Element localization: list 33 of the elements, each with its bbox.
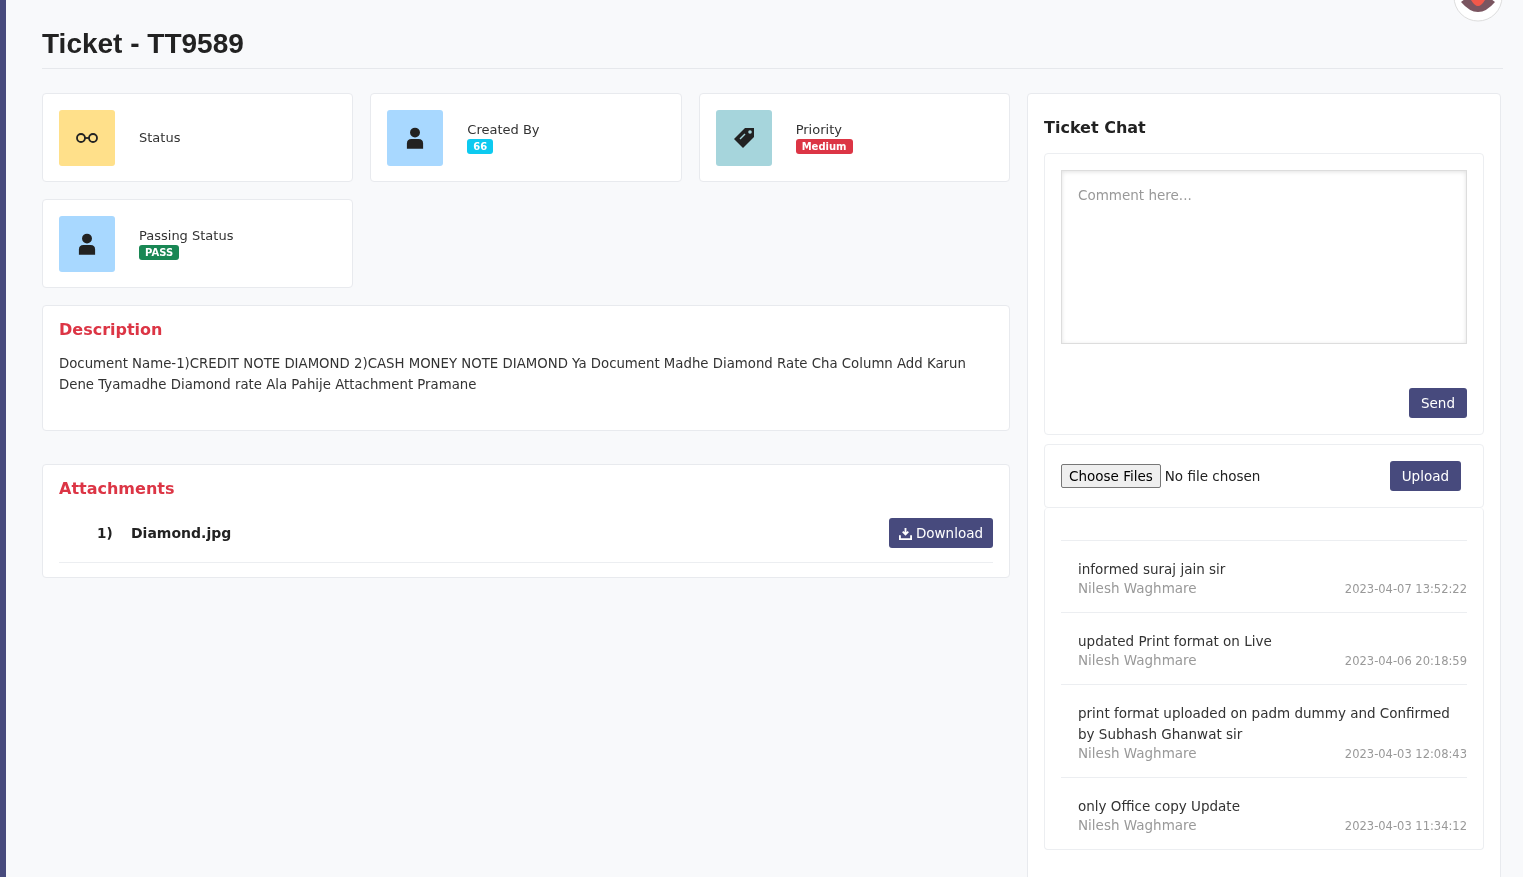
choose-files-button[interactable]: Choose Files [1061, 464, 1161, 488]
comment-field[interactable]: Comment here... [1061, 170, 1467, 344]
comment-text: informed suraj jain sir [1078, 560, 1227, 579]
download-button[interactable]: Download [888, 518, 993, 548]
comment-text: updated Print format on Live [1078, 632, 1273, 651]
comment-author: Nilesh Waghmare [1078, 580, 1197, 596]
comment-author: Nilesh Waghmare [1078, 652, 1197, 668]
comment-author: Nilesh Waghmare [1078, 745, 1197, 761]
comment-time: 2023-04-07 13:52:22 [1344, 582, 1467, 596]
description-text: Document Name-1)CREDIT NOTE DIAMOND 2)CASH MONEY NOTE DIAMOND Ya Document Madhe Diamond Rate Cha Column Add Karun Dene Tyamadhe Diamond rate Ala Pahije Attachment Pramane [59, 355, 967, 394]
card-label: Status [139, 130, 181, 145]
badge: Medium [795, 138, 853, 154]
file-status: No file chosen [1164, 468, 1262, 484]
comment-text: print format uploaded on padm dummy and Confirmed by Subhash Ghanwat sir [1078, 704, 1451, 744]
download-icon [898, 526, 912, 540]
comment-time: 2023-04-03 12:08:43 [1344, 747, 1467, 761]
card-label: Created By [467, 121, 540, 137]
comment-text: only Office copy Update [1078, 797, 1241, 816]
comment-time: 2023-04-03 11:34:12 [1344, 819, 1467, 833]
comment-author: Nilesh Waghmare [1078, 817, 1197, 833]
section-title: Attachments [59, 479, 176, 498]
page-title: Ticket - TT9589 [42, 0, 1503, 69]
chat-title: Ticket Chat [1044, 118, 1147, 137]
card-label: Priority [795, 121, 842, 137]
attachment-number: 1) [97, 525, 114, 541]
section-title: Description [59, 320, 164, 339]
send-button[interactable]: Send [1409, 388, 1467, 418]
upload-button[interactable]: Upload [1389, 461, 1461, 491]
badge: PASS [139, 244, 180, 260]
badge: 66 [467, 138, 494, 154]
card-label: Passing Status [139, 227, 234, 243]
comment-time: 2023-04-06 20:18:59 [1344, 654, 1467, 668]
attachment-name: Diamond.jpg [131, 525, 233, 541]
